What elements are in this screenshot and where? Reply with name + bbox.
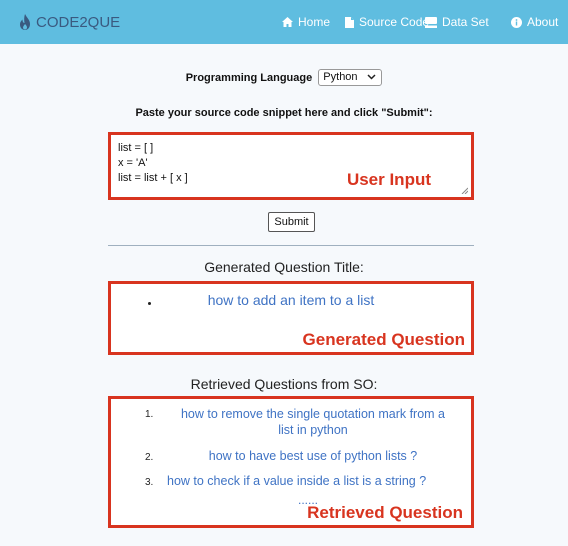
divider [108,245,474,246]
home-icon [282,17,293,27]
generated-question-annotation: Generated Question [302,330,465,349]
nav-source-code-label: Source Code [359,15,430,29]
language-selected-value: Python [323,71,358,83]
nav-about-label: About [527,15,559,29]
generated-question-link[interactable]: how to add an item to a list [111,292,471,308]
nav-data-set[interactable]: Data Set [425,14,489,30]
file-icon [345,16,354,28]
language-select[interactable]: Python [318,69,383,86]
retrieved-questions-box: 1. how to remove the single quotation ma… [108,396,474,528]
resize-handle-icon[interactable] [461,187,468,194]
nav-about[interactable]: About [511,14,558,30]
retrieved-question-link[interactable]: how to remove the single quotation mark … [163,407,463,437]
retrieved-question-link[interactable]: how to have best use of python lists ? [163,449,463,463]
nav-home-label: Home [298,15,331,29]
nav-source-code[interactable]: Source Code [345,14,429,30]
code-line: list = list + [ x ] [118,172,188,184]
list-number: 1. [145,409,154,420]
code-line: x = 'A' [118,157,148,169]
user-input-annotation: User Input [346,170,431,189]
brand-logo[interactable]: CODE2QUE [18,12,120,32]
database-icon [425,16,437,28]
generated-heading: Generated Question Title: [204,259,364,275]
nav-data-set-label: Data Set [442,15,489,29]
instruction-text: Paste your source code snippet here and … [135,107,433,119]
language-label: Programming Language [185,71,313,84]
retrieved-question-link[interactable]: how to check if a value inside a list is… [167,474,426,488]
list-number: 3. [145,477,154,488]
submit-button[interactable]: Submit [268,212,315,232]
retrieved-question-line: list in python [278,423,348,437]
navbar: CODE2QUE Home Source Code Data Set About [0,0,568,44]
language-row: Programming Language Python [0,69,568,86]
list-number: 2. [145,452,154,463]
code-line: list = [ ] [118,142,154,154]
nav-home[interactable]: Home [282,14,330,30]
generated-question-box: how to add an item to a list Generated Q… [108,281,474,355]
chevron-down-icon [367,74,376,80]
brand-name: CODE2QUE [36,13,121,31]
flame-icon [20,14,30,30]
retrieved-heading: Retrieved Questions from SO: [190,376,378,392]
code-input-textarea[interactable]: list = [ ] x = 'A' list = list + [ x ] U… [108,132,474,200]
info-icon [511,16,522,28]
retrieved-question-line: how to remove the single quotation mark … [180,407,446,421]
retrieved-question-annotation: Retrieved Question [307,503,463,522]
